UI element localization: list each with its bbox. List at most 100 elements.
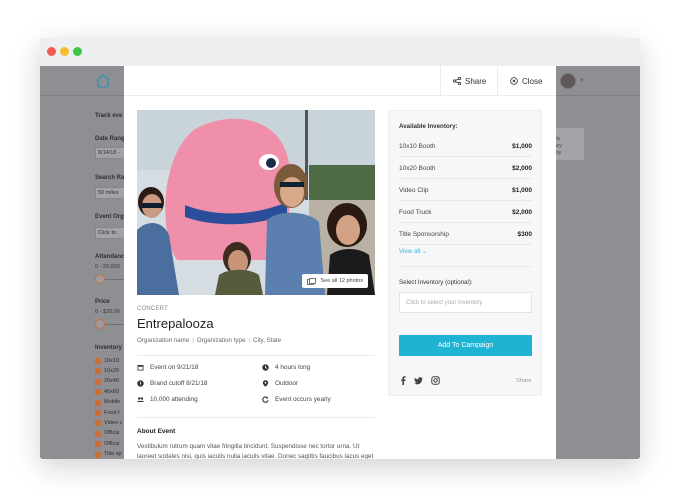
select-inventory-label: Select Inventory (optional):: [399, 279, 473, 286]
modal-header: Share Close: [124, 66, 556, 96]
inventory-checkbox-label: Video c: [104, 419, 123, 426]
inventory-row[interactable]: Title Sponsorship $300: [399, 224, 532, 245]
price-slider-handle[interactable]: [95, 319, 105, 329]
attendance-slider-handle[interactable]: [95, 274, 105, 284]
avatar[interactable]: [560, 73, 576, 89]
brand-cutoff-text: Brand cutoff 8/21/18: [150, 380, 208, 387]
attendance-range: 0 - 20,000: [95, 264, 120, 270]
event-org-input[interactable]: Click to: [95, 227, 125, 239]
inventory-checkbox-label: 20x40: [104, 378, 119, 385]
event-title: Entrepalooza: [137, 316, 214, 331]
attendance-text: 10,000 attending: [150, 396, 198, 403]
app-logo-icon: [97, 74, 109, 88]
maximize-window-dot[interactable]: [73, 47, 82, 56]
inventory-checkbox[interactable]: [95, 430, 101, 437]
see-all-photos-button[interactable]: See all 12 photos: [302, 274, 368, 288]
price-range: 0 - $20,00: [95, 309, 120, 315]
inventory-checkbox-label: Officia: [104, 440, 120, 447]
search-radius-label: Search Ra: [95, 175, 125, 181]
view-all-link[interactable]: View all ⌄: [399, 248, 427, 255]
location-pin-icon: [262, 380, 269, 387]
chevron-down-icon[interactable]: ▾: [580, 76, 584, 84]
inventory-item-name: Title Sponsorship: [399, 230, 449, 238]
event-org-label: Event Orga: [95, 214, 128, 220]
filter-sidebar: Track eve Date Rang 8/14/18 - Search Ra …: [40, 97, 130, 459]
fact-attendance: 10,000 attending: [137, 396, 198, 403]
view-all-label: View all: [399, 248, 421, 255]
chevron-down-icon: ⌄: [421, 248, 428, 255]
setting-text: Outdoor: [275, 380, 299, 387]
inventory-checkbox-label: Mobile: [104, 399, 121, 406]
fact-duration: 4 hours long: [262, 364, 310, 371]
inventory-checkbox[interactable]: [95, 358, 101, 364]
photos-icon: [307, 277, 317, 285]
instagram-icon[interactable]: [431, 376, 440, 385]
inventory-panel: Available Inventory: 10x10 Booth $1,000 10…: [388, 110, 542, 396]
event-location: City, State: [253, 337, 282, 344]
inventory-item-price: $1,000: [512, 142, 532, 150]
inventory-item-name: Video Clip: [399, 186, 429, 194]
inventory-checkbox[interactable]: [95, 441, 101, 448]
inventory-checkbox[interactable]: [95, 389, 101, 396]
event-detail-modal: Share Close See all 12 photos CONCERT En…: [124, 66, 556, 459]
inventory-checkbox[interactable]: [95, 378, 101, 385]
fact-recurrence: Event occurs yearly: [262, 396, 331, 403]
inventory-row[interactable]: Food Truck $2,000: [399, 202, 532, 223]
close-window-dot[interactable]: [47, 47, 56, 56]
see-all-photos-label: See all 12 photos: [320, 278, 363, 284]
divider: [399, 266, 532, 267]
close-button[interactable]: Close: [510, 66, 542, 96]
about-text: Vestibulum rutrum quam vitae fringilla t…: [137, 443, 374, 459]
share-label: Share: [465, 76, 487, 86]
fact-event-date: Event on 9/21/18: [137, 364, 198, 371]
about-heading: About Event: [137, 428, 176, 435]
inventory-item-price: $2,000: [512, 208, 532, 216]
header-divider: [440, 66, 441, 96]
event-meta: Organization name | Organization type | City…: [137, 337, 282, 344]
select-inventory-input[interactable]: Click to select your inventory: [399, 292, 532, 313]
background-card: lity acy ility: [552, 128, 584, 160]
search-radius-select[interactable]: 50 miles: [95, 187, 125, 199]
inventory-item-name: 10x10 Booth: [399, 142, 436, 150]
inventory-row[interactable]: 10x20 Booth $2,000: [399, 158, 532, 179]
organization-type: Organization type: [196, 337, 246, 344]
inventory-checkbox[interactable]: [95, 410, 101, 416]
add-to-campaign-button[interactable]: Add To Campaign: [399, 335, 532, 356]
inventory-item-price: $1,000: [512, 186, 532, 194]
share-icon: [453, 77, 461, 85]
inventory-row[interactable]: 10x10 Booth $1,000: [399, 136, 532, 157]
inventory-item-name: Food Truck: [399, 208, 432, 216]
title-bar: [40, 38, 640, 66]
header-divider: [497, 66, 498, 96]
inventory-checkbox[interactable]: [95, 420, 101, 427]
calendar-icon: [137, 365, 144, 371]
event-category: CONCERT: [137, 306, 168, 312]
date-range-input[interactable]: 8/14/18 -: [95, 147, 125, 159]
event-photo[interactable]: See all 12 photos: [137, 110, 375, 295]
divider: [137, 355, 375, 356]
track-label: Track eve: [95, 113, 123, 119]
duration-text: 4 hours long: [275, 364, 311, 371]
alert-icon: [137, 380, 144, 387]
share-link[interactable]: Share: [516, 378, 531, 384]
event-date-text: Event on 9/21/18: [150, 364, 199, 371]
date-range-label: Date Rang: [95, 136, 125, 142]
inventory-checkbox-label: Title sp: [104, 451, 122, 458]
minimize-window-dot[interactable]: [60, 47, 69, 56]
inventory-row[interactable]: Video Clip $1,000: [399, 180, 532, 201]
repeat-icon: [262, 396, 269, 403]
divider: [137, 417, 375, 418]
inventory-checkbox-label: Food t: [104, 409, 120, 416]
share-button[interactable]: Share: [453, 66, 486, 96]
inventory-heading: Available Inventory:: [399, 123, 458, 130]
close-circle-icon: [510, 77, 518, 85]
people-icon: [137, 397, 144, 402]
twitter-icon[interactable]: [414, 376, 423, 385]
facebook-icon[interactable]: [399, 376, 408, 385]
inventory-item-price: $300: [517, 230, 532, 238]
inventory-checkbox[interactable]: [95, 368, 101, 375]
clock-icon: [262, 364, 269, 371]
event-photo-image: [137, 110, 375, 295]
inventory-checkbox[interactable]: [95, 451, 101, 458]
inventory-checkbox[interactable]: [95, 399, 101, 406]
